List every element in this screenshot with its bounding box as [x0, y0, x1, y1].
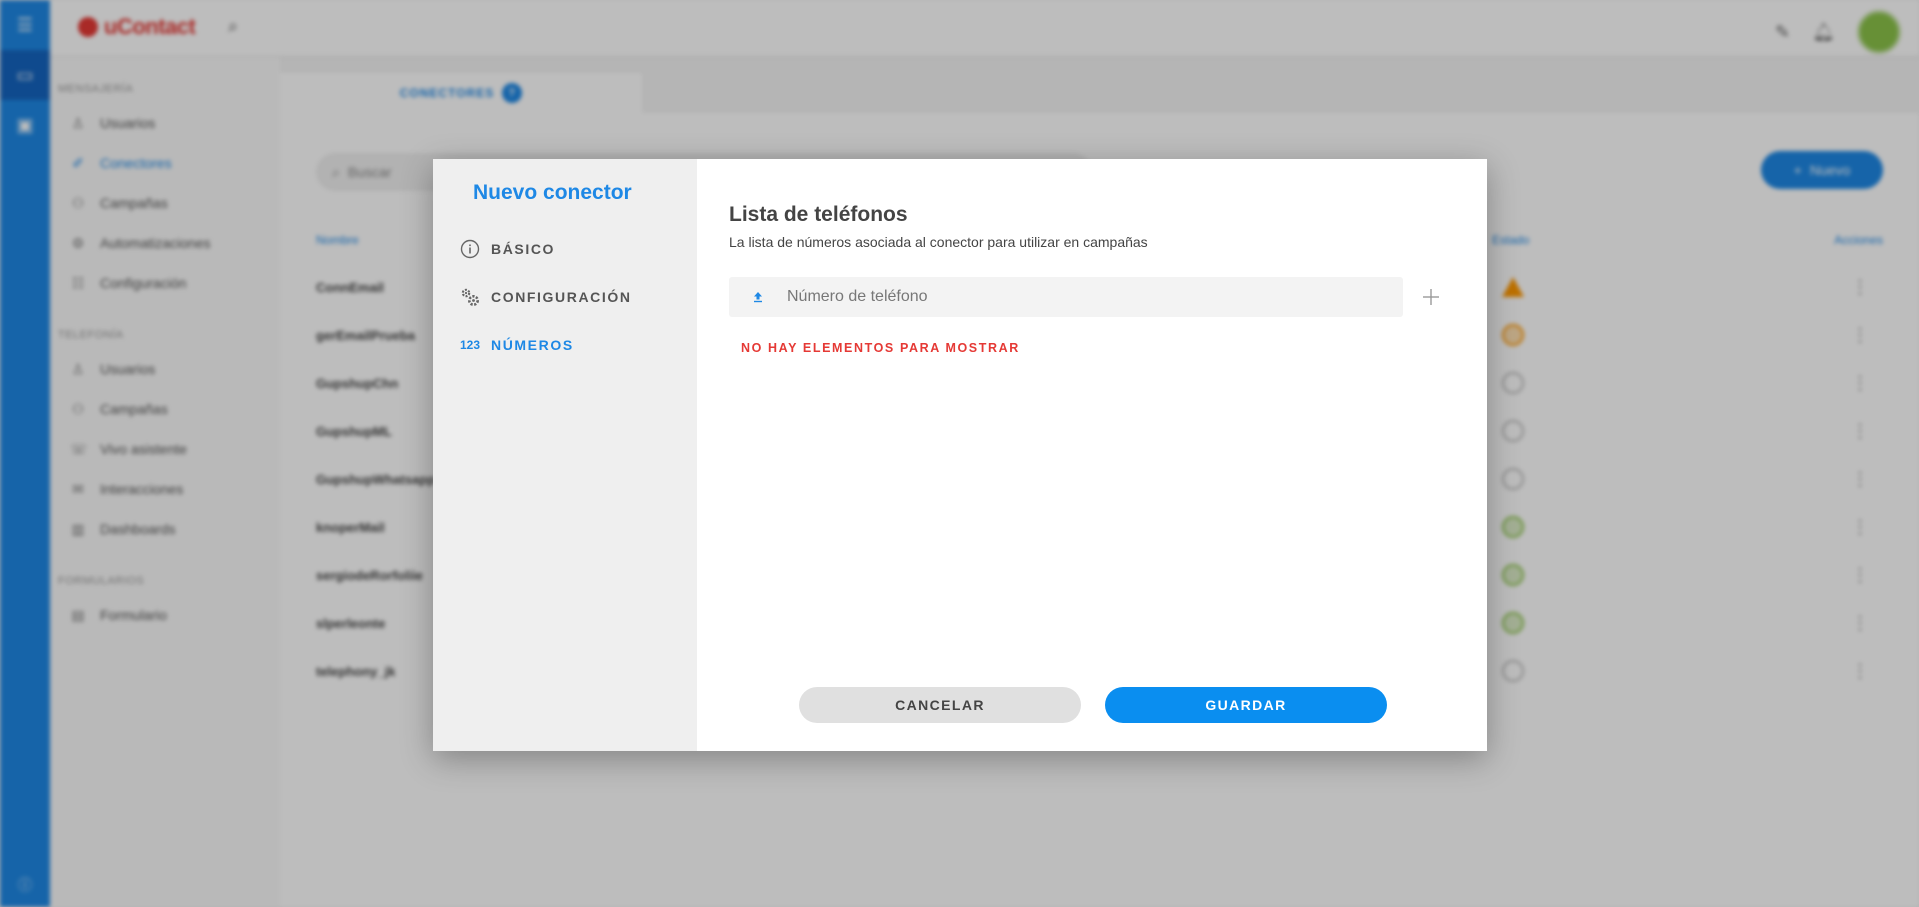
upload-icon[interactable]	[729, 291, 787, 303]
plus-icon	[1423, 289, 1439, 305]
step-label: CONFIGURACIÓN	[491, 289, 632, 305]
dialog-title: Nuevo conector	[473, 181, 632, 204]
info-icon	[459, 239, 481, 259]
section-description: La lista de números asociada al conector…	[729, 234, 1148, 250]
dialog-body: Lista de teléfonos La lista de números a…	[697, 159, 1487, 751]
phone-number-input[interactable]	[787, 288, 1347, 306]
phone-number-field	[729, 277, 1403, 317]
cancel-button[interactable]: CANCELAR	[799, 687, 1081, 723]
step-configuration[interactable]: CONFIGURACIÓN	[433, 273, 697, 321]
gears-icon	[459, 286, 481, 308]
section-title: Lista de teléfonos	[729, 203, 908, 226]
step-numbers[interactable]: 123 NÚMEROS	[433, 321, 697, 369]
save-button[interactable]: GUARDAR	[1105, 687, 1387, 723]
add-number-button[interactable]	[1419, 285, 1443, 309]
step-label: BÁSICO	[491, 241, 556, 257]
step-basic[interactable]: BÁSICO	[433, 225, 697, 273]
dialog-steps: BÁSICO CONFIGURACIÓN 123 NÚMEROS	[433, 225, 697, 369]
numbers-123-icon: 123	[459, 338, 481, 352]
step-label: NÚMEROS	[491, 337, 574, 353]
new-connector-dialog: Nuevo conector BÁSICO CONFIGURACIÓN 123 …	[433, 159, 1487, 751]
dialog-nav: Nuevo conector BÁSICO CONFIGURACIÓN 123 …	[433, 159, 697, 751]
empty-state-message: NO HAY ELEMENTOS PARA MOSTRAR	[741, 341, 1020, 355]
